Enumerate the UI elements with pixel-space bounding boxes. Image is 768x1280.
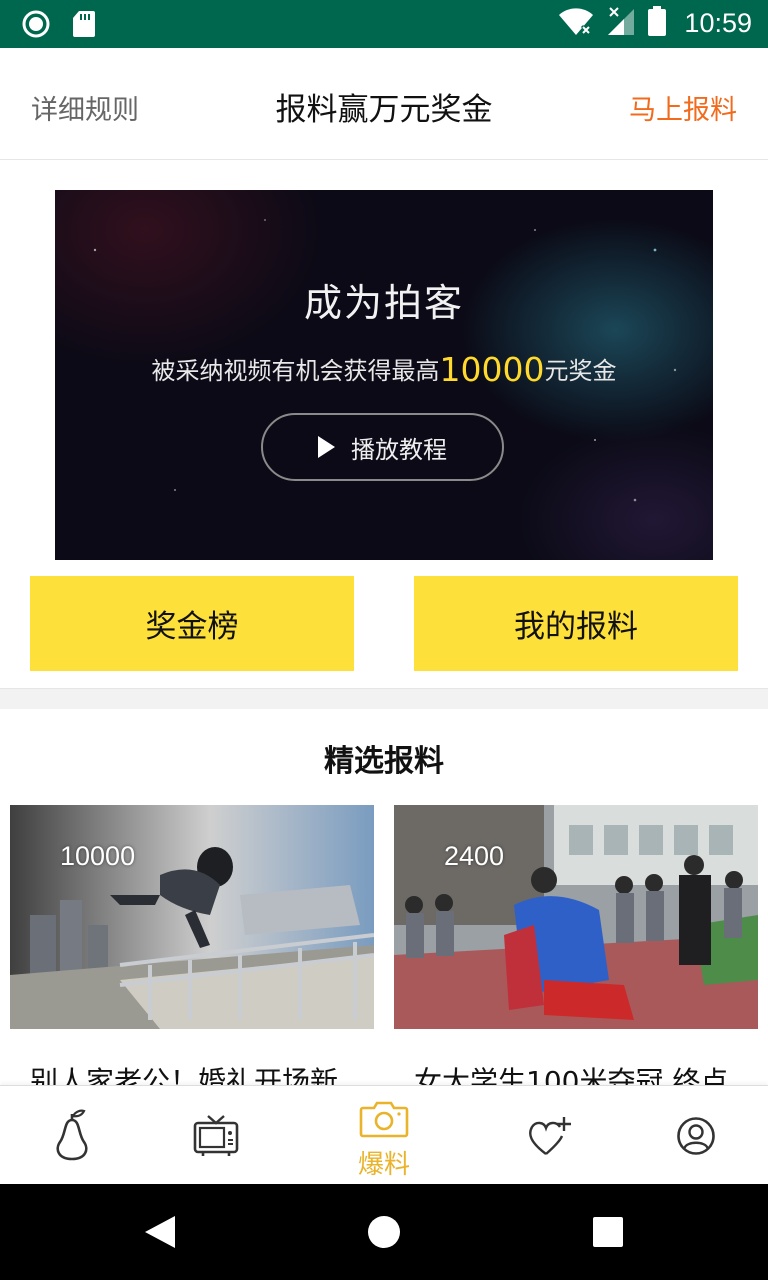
leaderboard-button[interactable]: 奖金榜 — [30, 576, 354, 671]
play-icon — [318, 436, 335, 458]
status-bar: 10:59 — [0, 0, 768, 48]
featured-section-title: 精选报料 — [324, 744, 444, 779]
featured-video-thumbnail[interactable]: 10000 — [10, 805, 374, 1029]
prize-amount: 10000 — [439, 350, 545, 389]
banner-title: 成为拍客 — [303, 281, 464, 325]
tab-profile[interactable] — [646, 1086, 746, 1185]
camera-icon — [359, 1101, 409, 1138]
bottom-tab-bar: 爆料 — [0, 1085, 768, 1185]
heart-plus-icon — [529, 1117, 571, 1155]
my-reports-button[interactable]: 我的报料 — [414, 576, 738, 671]
promo-banner[interactable]: 成为拍客 被采纳视频有机会获得最高10000元奖金 播放教程 — [55, 190, 713, 560]
pear-icon — [56, 1109, 88, 1161]
record-icon — [22, 10, 50, 42]
tab-favorites[interactable] — [500, 1086, 600, 1185]
recents-icon[interactable] — [593, 1217, 623, 1247]
wifi-icon — [558, 6, 594, 40]
view-count: 10000 — [60, 841, 136, 871]
back-icon[interactable] — [143, 1214, 177, 1250]
play-tutorial-button[interactable]: 播放教程 — [261, 413, 504, 481]
video-thumbnail-image — [10, 805, 374, 1029]
tab-report-label: 爆料 — [357, 1150, 410, 1180]
tab-report[interactable]: 爆料 — [334, 1086, 434, 1185]
video-thumbnail-image — [394, 805, 758, 1029]
section-divider — [0, 688, 768, 709]
signal-icon — [606, 6, 636, 40]
tv-icon — [193, 1115, 239, 1156]
play-tutorial-label: 播放教程 — [351, 435, 447, 464]
report-now-link[interactable]: 马上报料 — [629, 88, 737, 127]
view-count: 2400 — [444, 841, 505, 871]
sd-card-icon — [72, 10, 96, 42]
home-icon[interactable] — [367, 1215, 401, 1249]
banner-subtitle: 被采纳视频有机会获得最高10000元奖金 — [151, 350, 617, 389]
page-header: 详细规则 报料赢万元奖金 马上报料 — [0, 48, 768, 160]
system-navigation-bar — [0, 1184, 768, 1280]
clock: 10:59 — [684, 7, 752, 38]
battery-icon — [648, 6, 667, 40]
profile-icon — [677, 1117, 715, 1155]
featured-video-thumbnail[interactable]: 2400 — [394, 805, 758, 1029]
tab-home[interactable] — [22, 1086, 122, 1185]
tab-tv[interactable] — [166, 1086, 266, 1185]
